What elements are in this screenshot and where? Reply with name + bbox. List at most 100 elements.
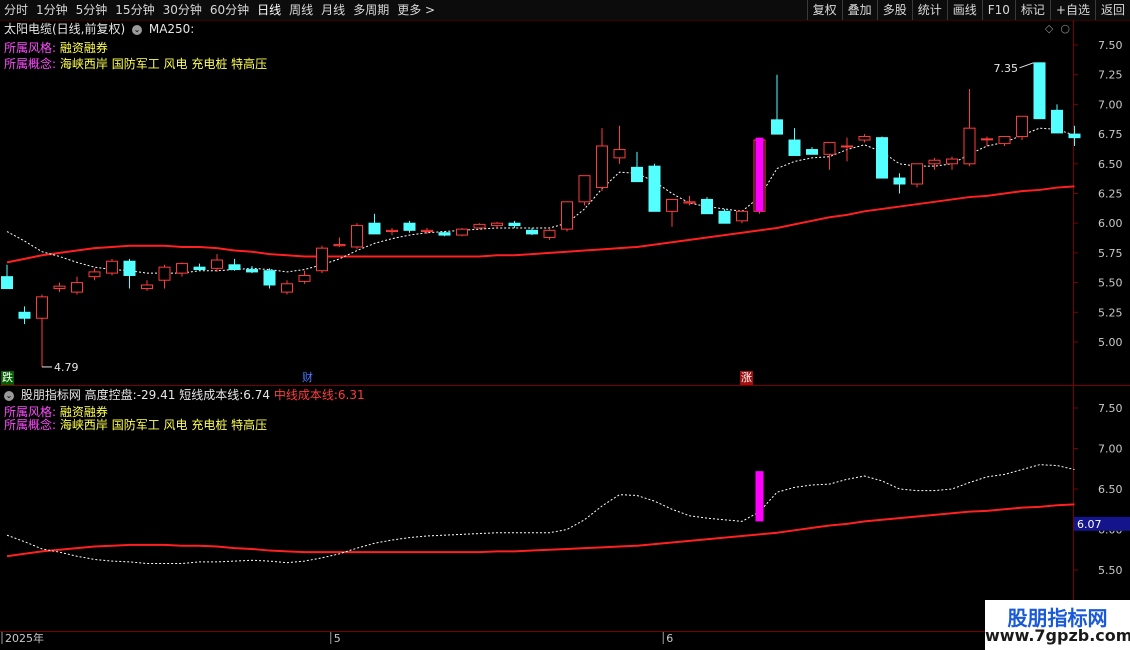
metric3-label: 中线成本线: — [273, 388, 338, 402]
candle-body — [246, 269, 258, 273]
candle-body — [841, 145, 853, 148]
diamond-icon[interactable]: ◇ — [1045, 22, 1053, 35]
price-tick-label: 5.25 — [1098, 306, 1123, 319]
candle-body — [648, 165, 661, 212]
event-tag-finance[interactable]: 财 — [301, 371, 314, 385]
candle-body — [1051, 109, 1063, 134]
sub-value-axis: 7.507.006.506.005.506.07 — [1073, 402, 1130, 577]
chevron-down-icon[interactable]: ⌄ — [132, 24, 143, 35]
metric2-value: 6.74 — [243, 388, 270, 402]
candle-body — [36, 296, 48, 319]
candle-body — [631, 166, 643, 183]
date-label: 6 — [666, 632, 673, 645]
price-tick-label: 7.25 — [1098, 69, 1123, 82]
candle-body — [806, 149, 818, 155]
sub-panel-header: ⌄ 股朋指标网 高度控盘:-29.41 短线成本线:6.74 中线成本线:6.3… — [4, 387, 365, 403]
sub-shortline — [6, 464, 1075, 565]
candle-body — [88, 271, 101, 278]
sub-tick-label: 5.50 — [1098, 564, 1123, 577]
candle-body — [893, 177, 906, 185]
date-label: 2025年 — [5, 631, 44, 645]
metric1-label: 高度控盘: — [84, 388, 137, 402]
candle-body — [228, 264, 241, 271]
metric3-value: 6.31 — [337, 388, 365, 402]
candle-body — [1033, 62, 1046, 120]
price-tick-label: 6.50 — [1098, 158, 1123, 171]
candlesticks: 7.35 4.79 — [1, 62, 1081, 374]
high-label: 7.35 — [994, 62, 1019, 75]
candle-body — [613, 149, 626, 159]
sub-concept-label: 所属概念: — [4, 418, 57, 432]
candle-body — [718, 210, 731, 224]
candle-body — [946, 158, 958, 165]
sub-concept-row: 所属概念: 海峡西岸 国防军工 风电 充电桩 特高压 — [4, 417, 267, 433]
ma250-label: MA250: — [148, 22, 195, 36]
candle-body — [1, 276, 13, 290]
candle-body — [858, 135, 871, 141]
concept-label: 所属概念: — [4, 57, 57, 71]
candle-body — [928, 159, 941, 165]
current-value-label: 6.07 — [1077, 518, 1102, 531]
price-tick-label: 6.00 — [1098, 217, 1123, 230]
candle-body — [193, 266, 206, 271]
settings-dot-icon[interactable]: ○ — [1060, 22, 1070, 35]
high-pointer — [1019, 62, 1034, 69]
candle-body — [158, 266, 171, 281]
signal-bar — [755, 137, 764, 212]
candle-body — [561, 201, 573, 230]
candle-body — [351, 225, 363, 248]
candle-body — [18, 311, 31, 319]
price-tick-label: 5.50 — [1098, 277, 1123, 290]
candle-body — [823, 141, 836, 155]
price-tick-label: 7.50 — [1098, 39, 1123, 52]
candle-body — [53, 285, 66, 290]
candle-body — [386, 229, 398, 233]
metric1-value: -29.41 — [136, 388, 176, 402]
style-row: 所属风格: 融资融券 — [4, 40, 108, 56]
candle-body — [543, 229, 556, 238]
price-tick-label: 6.25 — [1098, 188, 1123, 201]
metric2-label: 短线成本线: — [179, 388, 244, 402]
candle-body — [981, 138, 993, 141]
price-tick-label: 5.75 — [1098, 247, 1123, 260]
style-label: 所属风格: — [4, 41, 57, 55]
candle-body — [211, 259, 223, 269]
main-chart[interactable]: 7.50 7.25 7.00 6.75 6.50 6.25 6.00 5.75 5.50 5.25… — [0, 0, 1130, 650]
concept-row: 所属概念: 海峡西岸 国防军工 风电 充电桩 特高压 — [4, 56, 267, 72]
candle-body — [788, 139, 801, 156]
sub-indicator-lines — [6, 464, 1075, 565]
candle-body — [963, 127, 976, 165]
main-panel-header: 太阳电缆(日线,前复权) ⌄ MA250: — [4, 21, 194, 37]
short-ma-line — [6, 127, 1075, 274]
date-axis: 2025年 5 6 — [1, 631, 673, 645]
candle-body — [141, 284, 153, 290]
main-price-axis: 7.50 7.25 7.00 6.75 6.50 6.25 6.00 5.75 5.50 5.25… — [1073, 39, 1123, 349]
candle-body — [683, 201, 696, 204]
event-tag-rise[interactable]: 涨 — [740, 371, 753, 385]
candle-body — [123, 260, 136, 276]
style-value: 融资融券 — [59, 41, 108, 55]
candle-body — [438, 232, 451, 236]
low-label: 4.79 — [54, 361, 79, 374]
candle-body — [1016, 115, 1028, 137]
candle-body — [876, 137, 888, 179]
sub-signal-bar — [755, 471, 764, 522]
candle-body — [281, 283, 293, 293]
candle-body — [508, 222, 521, 227]
candle-body — [106, 260, 118, 274]
sub-concept-value: 海峡西岸 国防军工 风电 充电桩 特高压 — [59, 418, 268, 432]
watermark-logo: 股朋指标网 www.7gpzb.com — [985, 600, 1130, 650]
candle-body — [526, 229, 538, 235]
candle-body — [71, 282, 83, 293]
candle-body — [1068, 133, 1081, 139]
chevron-down-icon[interactable]: ⌄ — [4, 390, 14, 401]
candle-body — [263, 270, 276, 286]
event-tag-fall[interactable]: 跌 — [1, 371, 14, 385]
price-tick-label: 6.75 — [1098, 128, 1123, 141]
short-ma-path — [6, 127, 1075, 274]
candle-body — [701, 198, 713, 215]
panel-controls: ◇ ○ — [1045, 22, 1070, 35]
candle-body — [368, 222, 381, 235]
candle-body — [491, 222, 503, 227]
sub-title: 股朋指标网 — [20, 388, 81, 402]
